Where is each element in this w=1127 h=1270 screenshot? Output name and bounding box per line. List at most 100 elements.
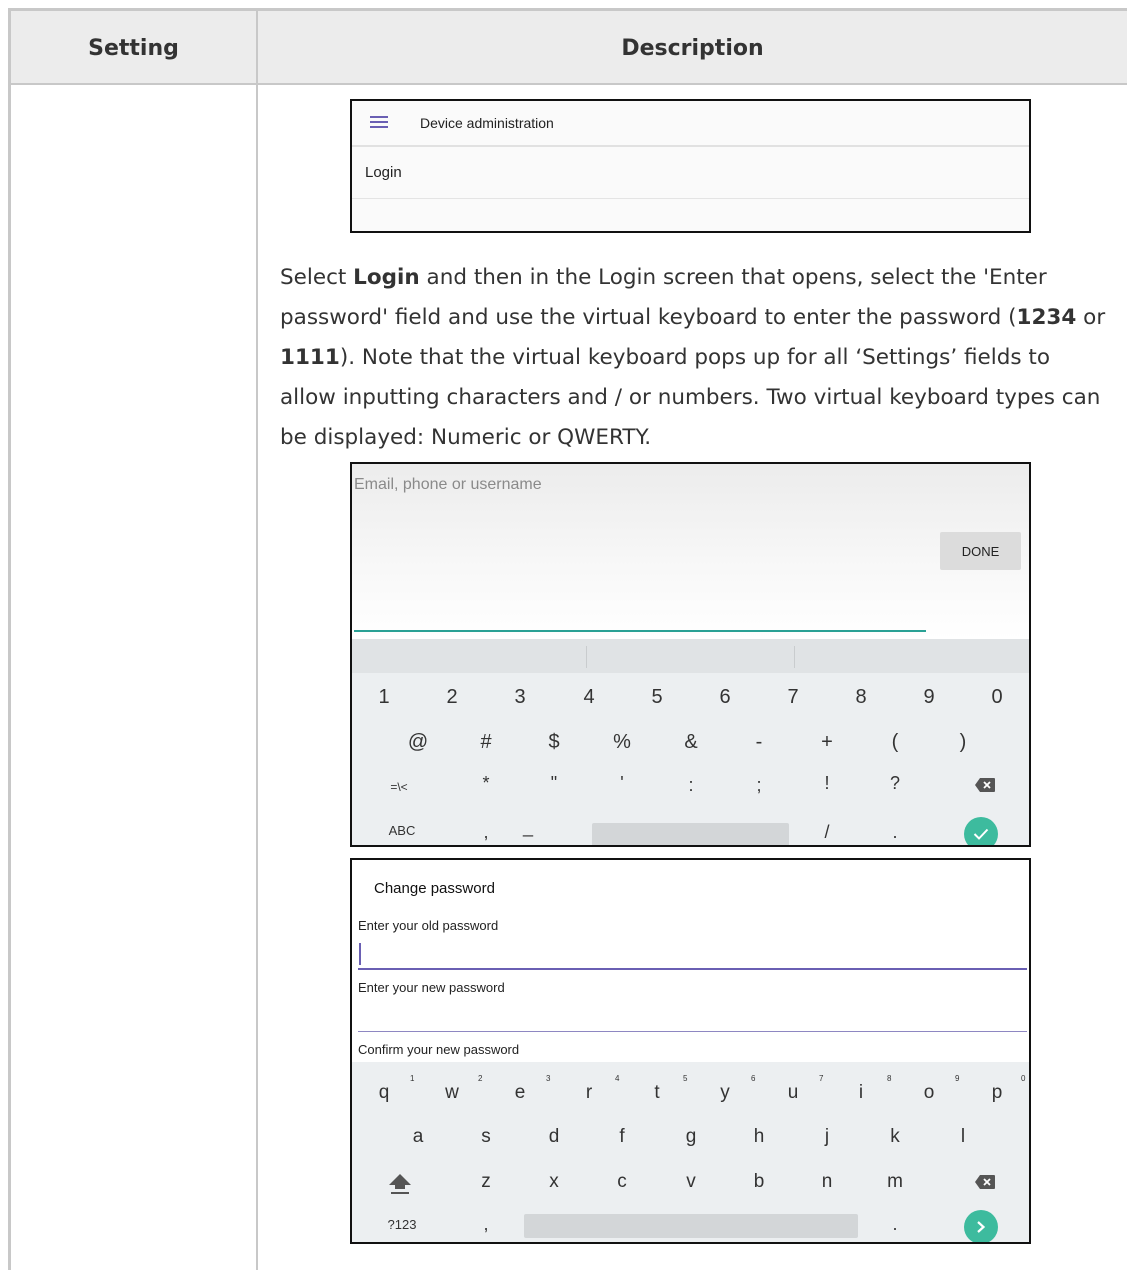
key-plus[interactable]: + bbox=[807, 731, 847, 754]
key-p-hint: 0 bbox=[1021, 1074, 1026, 1083]
key-0[interactable]: 0 bbox=[977, 686, 1017, 709]
key-1[interactable]: 1 bbox=[364, 686, 404, 709]
chevron-right-icon bbox=[977, 1221, 986, 1233]
next-button[interactable] bbox=[964, 1210, 998, 1242]
key-hash[interactable]: # bbox=[466, 731, 506, 754]
confirm-password-label: Confirm your new password bbox=[358, 1042, 520, 1057]
key-colon[interactable]: : bbox=[671, 775, 711, 796]
key-minus[interactable]: - bbox=[739, 731, 779, 754]
device-admin-screenshot: Device administration Login bbox=[350, 99, 1031, 233]
para-text: ). Note that the virtual keyboard pops u… bbox=[280, 345, 1101, 450]
key-s[interactable]: s bbox=[466, 1126, 506, 1148]
key-g[interactable]: g bbox=[671, 1126, 711, 1148]
key-comma[interactable]: , bbox=[466, 1214, 506, 1235]
done-button[interactable]: DONE bbox=[940, 532, 1021, 570]
table-header: Setting Description bbox=[11, 11, 1127, 85]
key-b[interactable]: b bbox=[739, 1171, 779, 1193]
key-c[interactable]: c bbox=[602, 1171, 642, 1193]
suggestion-strip bbox=[352, 639, 1029, 673]
key-7[interactable]: 7 bbox=[773, 686, 813, 709]
key-dollar[interactable]: $ bbox=[534, 731, 574, 754]
key-q[interactable]: q bbox=[364, 1082, 404, 1104]
key-x[interactable]: x bbox=[534, 1171, 574, 1193]
key-h[interactable]: h bbox=[739, 1126, 779, 1148]
username-input[interactable]: Email, phone or username bbox=[354, 476, 542, 494]
shift-icon[interactable] bbox=[386, 1171, 414, 1197]
key-d[interactable]: d bbox=[534, 1126, 574, 1148]
space-bar[interactable] bbox=[592, 823, 789, 845]
key-3[interactable]: 3 bbox=[500, 686, 540, 709]
old-password-field[interactable] bbox=[358, 968, 1027, 970]
hamburger-menu-icon[interactable] bbox=[370, 116, 388, 129]
app-title: Device administration bbox=[420, 115, 554, 131]
key-6[interactable]: 6 bbox=[705, 686, 745, 709]
key-slash[interactable]: / bbox=[807, 822, 847, 843]
numeric-keyboard-screenshot: Email, phone or username DONE 1 2 3 4 5 … bbox=[350, 462, 1031, 847]
key-more-symbols[interactable]: =\< bbox=[379, 780, 419, 794]
header-description: Description bbox=[621, 35, 764, 61]
key-period[interactable]: . bbox=[875, 1214, 915, 1235]
key-question[interactable]: ? bbox=[875, 773, 915, 794]
new-password-field[interactable] bbox=[358, 1031, 1027, 1032]
para-text: or bbox=[1076, 305, 1106, 330]
key-u-hint: 7 bbox=[819, 1074, 824, 1083]
enter-check-button[interactable] bbox=[964, 817, 998, 845]
key-e[interactable]: e bbox=[500, 1082, 540, 1104]
key-abc[interactable]: ABC bbox=[382, 823, 422, 838]
key-period[interactable]: . bbox=[875, 822, 915, 843]
suggestion-divider bbox=[794, 646, 795, 668]
key-open-paren[interactable]: ( bbox=[875, 731, 915, 754]
key-j[interactable]: j bbox=[807, 1126, 847, 1148]
key-semicolon[interactable]: ; bbox=[739, 775, 779, 796]
key-single-quote[interactable]: ' bbox=[602, 773, 642, 794]
key-9[interactable]: 9 bbox=[909, 686, 949, 709]
key-close-paren[interactable]: ) bbox=[943, 731, 983, 754]
backspace-icon[interactable] bbox=[974, 1174, 996, 1190]
key-2[interactable]: 2 bbox=[432, 686, 472, 709]
login-item-label: Login bbox=[365, 164, 402, 181]
key-w[interactable]: w bbox=[432, 1082, 472, 1104]
key-i-hint: 8 bbox=[887, 1074, 892, 1083]
key-t-hint: 5 bbox=[683, 1074, 688, 1083]
key-r[interactable]: r bbox=[569, 1082, 609, 1104]
key-exclamation[interactable]: ! bbox=[807, 773, 847, 794]
key-z[interactable]: z bbox=[466, 1171, 506, 1193]
key-ampersand[interactable]: & bbox=[671, 731, 711, 754]
key-underscore[interactable]: _ bbox=[508, 817, 548, 838]
key-n[interactable]: n bbox=[807, 1171, 847, 1193]
column-divider bbox=[256, 11, 258, 1270]
key-i[interactable]: i bbox=[841, 1082, 881, 1104]
key-y[interactable]: y bbox=[705, 1082, 745, 1104]
key-5[interactable]: 5 bbox=[637, 686, 677, 709]
login-item[interactable]: Login bbox=[352, 149, 1029, 199]
key-v[interactable]: v bbox=[671, 1171, 711, 1193]
key-comma[interactable]: , bbox=[466, 822, 506, 843]
space-bar[interactable] bbox=[524, 1214, 858, 1238]
key-8[interactable]: 8 bbox=[841, 686, 881, 709]
key-4[interactable]: 4 bbox=[569, 686, 609, 709]
key-a[interactable]: a bbox=[398, 1126, 438, 1148]
description-paragraph: Select Login and then in the Login scree… bbox=[280, 258, 1110, 458]
key-double-quote[interactable]: " bbox=[534, 773, 574, 794]
key-p[interactable]: p bbox=[977, 1082, 1017, 1104]
key-at[interactable]: @ bbox=[398, 731, 438, 754]
app-bar: Device administration bbox=[352, 101, 1029, 147]
check-icon bbox=[973, 828, 989, 840]
key-k[interactable]: k bbox=[875, 1126, 915, 1148]
new-password-label: Enter your new password bbox=[358, 980, 505, 995]
key-r-hint: 4 bbox=[615, 1074, 620, 1083]
para-bold-password-2: 1111 bbox=[280, 345, 340, 370]
key-percent[interactable]: % bbox=[602, 731, 642, 754]
backspace-icon[interactable] bbox=[974, 777, 996, 793]
key-u[interactable]: u bbox=[773, 1082, 813, 1104]
numeric-keyboard: 1 2 3 4 5 6 7 8 9 0 @ # $ % & - + ( ) =\… bbox=[352, 639, 1029, 845]
key-t[interactable]: t bbox=[637, 1082, 677, 1104]
key-f[interactable]: f bbox=[602, 1126, 642, 1148]
key-symbols[interactable]: ?123 bbox=[382, 1217, 422, 1232]
key-o[interactable]: o bbox=[909, 1082, 949, 1104]
para-bold-password-1: 1234 bbox=[1016, 305, 1077, 330]
key-m[interactable]: m bbox=[875, 1171, 915, 1193]
key-l[interactable]: l bbox=[943, 1126, 983, 1148]
key-asterisk[interactable]: * bbox=[466, 773, 506, 794]
key-y-hint: 6 bbox=[751, 1074, 756, 1083]
